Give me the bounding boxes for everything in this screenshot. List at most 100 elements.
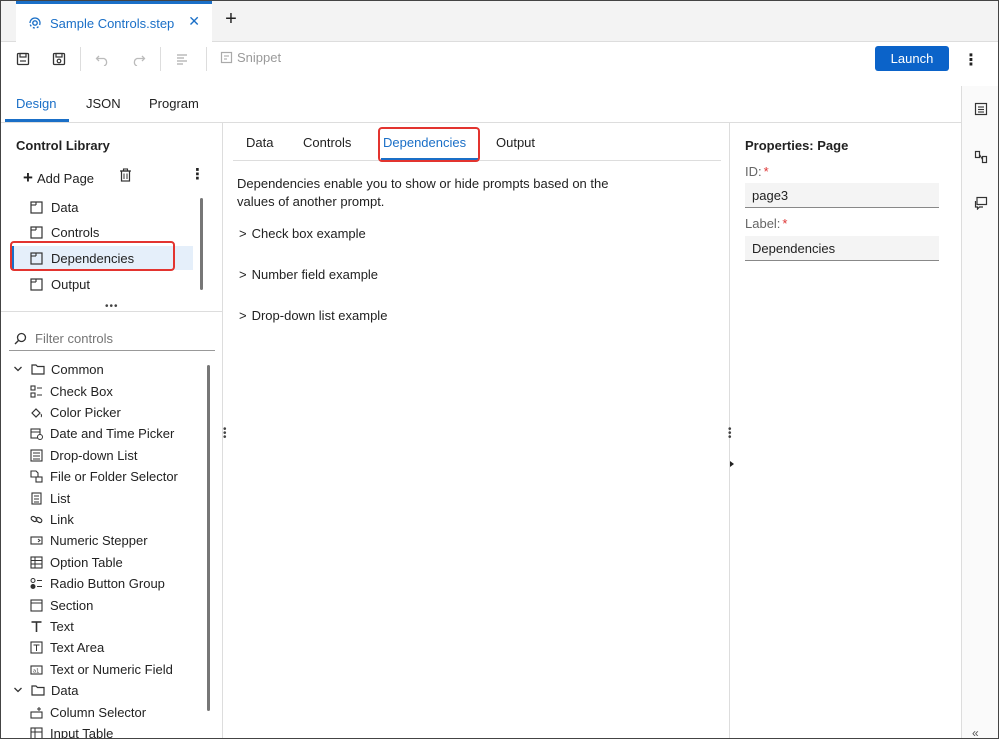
control-item-section[interactable]: Section (29, 595, 93, 615)
format-icon[interactable] (172, 49, 192, 69)
page-list-scrollbar[interactable] (200, 198, 203, 290)
panel-splitter-handle[interactable]: ••• (105, 302, 119, 312)
toolbar: Snippet Launch ⋮ (1, 42, 998, 76)
left-resize-handle[interactable]: • • • (223, 425, 227, 443)
expander-check-box-example[interactable]: > Check box example (239, 226, 366, 241)
comments-icon[interactable] (972, 194, 990, 212)
snippet-button[interactable]: Snippet (219, 50, 281, 65)
tab-data[interactable]: Data (246, 135, 273, 150)
control-tree-scrollbar[interactable] (207, 365, 210, 711)
control-item-color-picker[interactable]: Color Picker (29, 402, 121, 422)
required-marker: * (782, 216, 788, 231)
control-item-text[interactable]: Text (29, 616, 74, 636)
link-icon (29, 512, 43, 526)
control-item-input-table[interactable]: Input Table (29, 723, 114, 739)
expander-label: Check box example (251, 226, 366, 241)
page-item-output[interactable]: Output (11, 272, 193, 296)
calendar-clock-icon (29, 427, 43, 441)
library-more-icon[interactable]: ⋮ (190, 165, 205, 183)
properties-title: Properties: Page (745, 138, 849, 153)
control-item-list[interactable]: List (29, 488, 70, 508)
expander-drop-down-list-example[interactable]: > Drop-down list example (239, 308, 387, 323)
right-rail: « (961, 86, 998, 738)
active-tab-indicator (5, 119, 69, 122)
checkbox-list-icon (29, 384, 43, 398)
design-tab-bar: Design JSON Program (1, 86, 961, 123)
control-item-radio-button-group[interactable]: Radio Button Group (29, 574, 165, 594)
more-options-icon[interactable]: ⋮ (963, 50, 979, 70)
tab-design[interactable]: Design (16, 96, 56, 111)
text-icon (29, 619, 43, 633)
input-table-icon (29, 726, 43, 738)
undo-icon[interactable] (92, 49, 112, 69)
column-selector-icon (29, 705, 43, 719)
control-item-numeric-stepper[interactable]: Numeric Stepper (29, 531, 148, 551)
toolbar-divider (160, 47, 161, 71)
dropdown-list-icon (29, 448, 43, 462)
tree-folder-data[interactable]: Data (11, 680, 78, 700)
step-file-icon (28, 16, 42, 30)
highlight-box-tab (378, 127, 480, 162)
control-item-drop-down-list[interactable]: Drop-down List (29, 445, 137, 465)
filter-controls-input[interactable] (35, 331, 205, 346)
control-item-label: Text or Numeric Field (50, 661, 173, 677)
redo-icon[interactable] (128, 49, 148, 69)
tab-output[interactable]: Output (496, 135, 535, 150)
save-as-icon[interactable] (49, 49, 69, 69)
id-label-text: ID: (745, 164, 762, 179)
tab-json[interactable]: JSON (86, 96, 121, 111)
snippet-icon (219, 51, 233, 65)
new-tab-button[interactable]: + (221, 8, 241, 31)
control-item-file-or-folder-selector[interactable]: File or Folder Selector (29, 467, 178, 487)
control-item-label: File or Folder Selector (50, 469, 178, 485)
file-folder-icon (29, 470, 43, 484)
control-item-text-area[interactable]: Text Area (29, 638, 104, 658)
control-item-label: Section (50, 597, 94, 613)
folder-icon (31, 362, 45, 376)
id-field[interactable] (745, 183, 939, 208)
add-page-button[interactable]: + Add Page (23, 168, 94, 188)
toolbar-divider (80, 47, 81, 71)
tab-program[interactable]: Program (149, 96, 199, 111)
control-item-label: Input Table (50, 725, 114, 739)
page-item-label: Data (51, 199, 79, 215)
chevron-down-icon (11, 362, 25, 376)
properties-panel-icon[interactable] (972, 100, 990, 118)
paint-bucket-icon (29, 405, 43, 419)
panel-divider (1, 311, 223, 312)
expander-label: Drop-down list example (251, 308, 388, 323)
page-item-data[interactable]: Data (11, 195, 193, 219)
delete-page-icon[interactable] (119, 168, 132, 185)
required-marker: * (763, 164, 769, 179)
tab-controls[interactable]: Controls (303, 135, 351, 150)
add-page-label: Add Page (36, 170, 95, 186)
design-canvas: Data Controls Dependencies Output Depend… (223, 123, 734, 738)
file-tab-sample-controls[interactable]: Sample Controls.step ✕ (16, 1, 212, 42)
close-tab-icon[interactable]: ✕ (188, 13, 200, 30)
control-item-label: Drop-down List (50, 447, 138, 463)
chevron-right-icon: > (239, 267, 247, 282)
text-field-icon: a1 (29, 662, 43, 676)
collapse-rail-icon[interactable]: « (972, 726, 979, 738)
control-item-link[interactable]: Link (29, 509, 74, 529)
control-item-label: Column Selector (50, 704, 147, 720)
expander-label: Number field example (251, 267, 379, 282)
control-item-label: Link (50, 511, 74, 527)
expander-number-field-example[interactable]: > Number field example (239, 267, 378, 282)
control-item-label: Option Table (50, 554, 123, 570)
data-binding-icon[interactable] (972, 148, 990, 166)
control-item-column-selector[interactable]: Column Selector (29, 702, 146, 722)
save-icon[interactable] (13, 49, 33, 69)
chevron-right-icon: > (239, 308, 247, 323)
control-item-check-box[interactable]: Check Box (29, 381, 113, 401)
label-field[interactable] (745, 236, 939, 261)
control-item-date-and-time-picker[interactable]: Date and Time Picker (29, 424, 174, 444)
tree-folder-common[interactable]: Common (11, 359, 104, 379)
filter-controls-field[interactable] (9, 327, 215, 351)
launch-button[interactable]: Launch (875, 46, 949, 71)
file-tab-bar: Sample Controls.step ✕ + (1, 1, 998, 42)
control-item-text-or-numeric-field[interactable]: a1 Text or Numeric Field (29, 659, 173, 679)
id-label: ID: * (745, 164, 769, 179)
app-window: Sample Controls.step ✕ + Snippet Launch … (0, 0, 999, 739)
control-item-option-table[interactable]: Option Table (29, 552, 123, 572)
